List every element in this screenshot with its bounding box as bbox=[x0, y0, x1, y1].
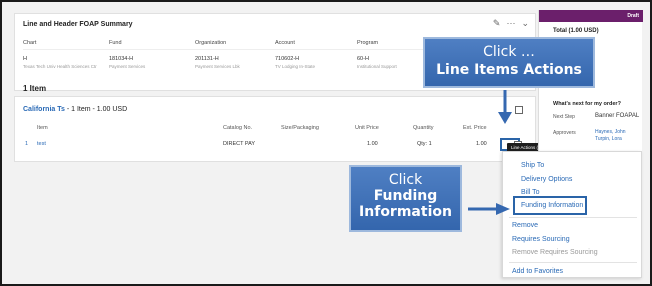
foap-value-program: 60-H bbox=[357, 56, 369, 62]
foap-header-organization: Organization bbox=[195, 40, 227, 46]
foap-sub-chart: Texas Tech Univ Health Sciences Ctr bbox=[23, 64, 97, 69]
supplier-items-card: California Ts - 1 Item - 1.00 USD Item C… bbox=[14, 96, 536, 162]
next-step-value: Banner FOAPAL bbox=[595, 113, 640, 119]
item-catalog-no: DIRECT PAY bbox=[223, 141, 256, 147]
item-name-link[interactable]: test bbox=[37, 141, 46, 147]
callout-2-line3: Information bbox=[359, 204, 452, 220]
callout-2-line2: Funding bbox=[373, 188, 438, 204]
order-total: Total (1.00 USD) bbox=[553, 28, 599, 34]
foap-sub-account: TV Lodging In-State bbox=[275, 64, 316, 69]
more-options-button[interactable]: ··· bbox=[506, 18, 515, 29]
callout-1-line2: Line Items Actions bbox=[436, 62, 582, 78]
foap-value-organization: 201131-H bbox=[195, 56, 219, 62]
foap-sub-program: Institutional Support bbox=[357, 64, 397, 69]
callout-line-items-actions: Click … Line Items Actions bbox=[423, 37, 595, 88]
status-badge: Draft bbox=[539, 10, 643, 22]
foap-header-account: Account bbox=[275, 40, 295, 46]
supplier-name-link[interactable]: California Ts bbox=[23, 106, 65, 113]
menu-item-remove-requires-sourcing: Remove Requires Sourcing bbox=[512, 249, 598, 256]
supplier-heading: California Ts - 1 Item - 1.00 USD bbox=[23, 106, 127, 113]
callout-1-line1: Click … bbox=[483, 44, 535, 60]
foap-header-chart: Chart bbox=[23, 40, 37, 46]
column-item: Item bbox=[37, 125, 48, 131]
foap-value-fund: 181034-H bbox=[109, 56, 134, 62]
menu-item-requires-sourcing[interactable]: Requires Sourcing bbox=[512, 236, 570, 243]
menu-item-ship-to[interactable]: Ship To bbox=[521, 162, 544, 169]
foap-sub-fund: Payment Services bbox=[109, 64, 146, 69]
approver-2-link[interactable]: Turpin, Lora bbox=[595, 136, 622, 142]
column-catalog-no: Catalog No. bbox=[223, 125, 253, 131]
supplier-summary: - 1 Item - 1.00 USD bbox=[64, 106, 128, 113]
items-count: 1 Item bbox=[23, 84, 47, 93]
item-unit-price: 1.00 bbox=[367, 141, 378, 147]
foap-value-chart: H bbox=[23, 56, 27, 62]
foap-sub-organization: Payment Services Lbk bbox=[195, 64, 240, 69]
foap-tools: ✎ ··· ⌄ bbox=[493, 18, 529, 29]
screenshot-frame: Line and Header FOAP Summary ✎ ··· ⌄ Cha… bbox=[0, 0, 652, 286]
line-number: 1 bbox=[25, 141, 29, 147]
chevron-down-icon[interactable]: ⌄ bbox=[521, 18, 529, 29]
next-step-label: Next Step bbox=[553, 114, 575, 120]
item-ext-price: 1.00 bbox=[476, 141, 487, 147]
column-unit-price: Unit Price bbox=[355, 125, 379, 131]
menu-item-bill-to[interactable]: Bill To bbox=[521, 189, 540, 196]
approver-1-link[interactable]: Haynes, John bbox=[595, 129, 626, 135]
menu-item-delivery-options[interactable]: Delivery Options bbox=[521, 176, 572, 183]
foap-summary-title: Line and Header FOAP Summary bbox=[23, 21, 133, 28]
item-quantity: Qty: 1 bbox=[417, 141, 432, 147]
foap-header-fund: Fund bbox=[109, 40, 122, 46]
foap-header-row: Chart Fund Organization Account Program bbox=[23, 40, 443, 50]
whats-next-heading: What's next for my order? bbox=[553, 101, 621, 107]
funding-highlight-box bbox=[513, 196, 587, 215]
column-quantity: Quantity bbox=[413, 125, 434, 131]
supplier-select-checkbox[interactable] bbox=[515, 106, 523, 114]
menu-item-remove[interactable]: Remove bbox=[512, 222, 538, 229]
pencil-icon[interactable]: ✎ bbox=[493, 18, 501, 29]
foap-value-account: 710602-H bbox=[275, 56, 300, 62]
foap-header-program: Program bbox=[357, 40, 379, 46]
callout-funding-information: Click Funding Information bbox=[349, 165, 462, 232]
menu-divider bbox=[509, 217, 637, 218]
menu-divider bbox=[509, 262, 637, 263]
menu-item-add-to-favorites[interactable]: Add to Favorites bbox=[512, 268, 563, 275]
callout-2-line1: Click bbox=[388, 172, 423, 188]
approvers-label: Approvers bbox=[553, 130, 576, 136]
column-size-packaging: Size/Packaging bbox=[281, 125, 319, 131]
column-ext-price: Ext. Price bbox=[463, 125, 487, 131]
